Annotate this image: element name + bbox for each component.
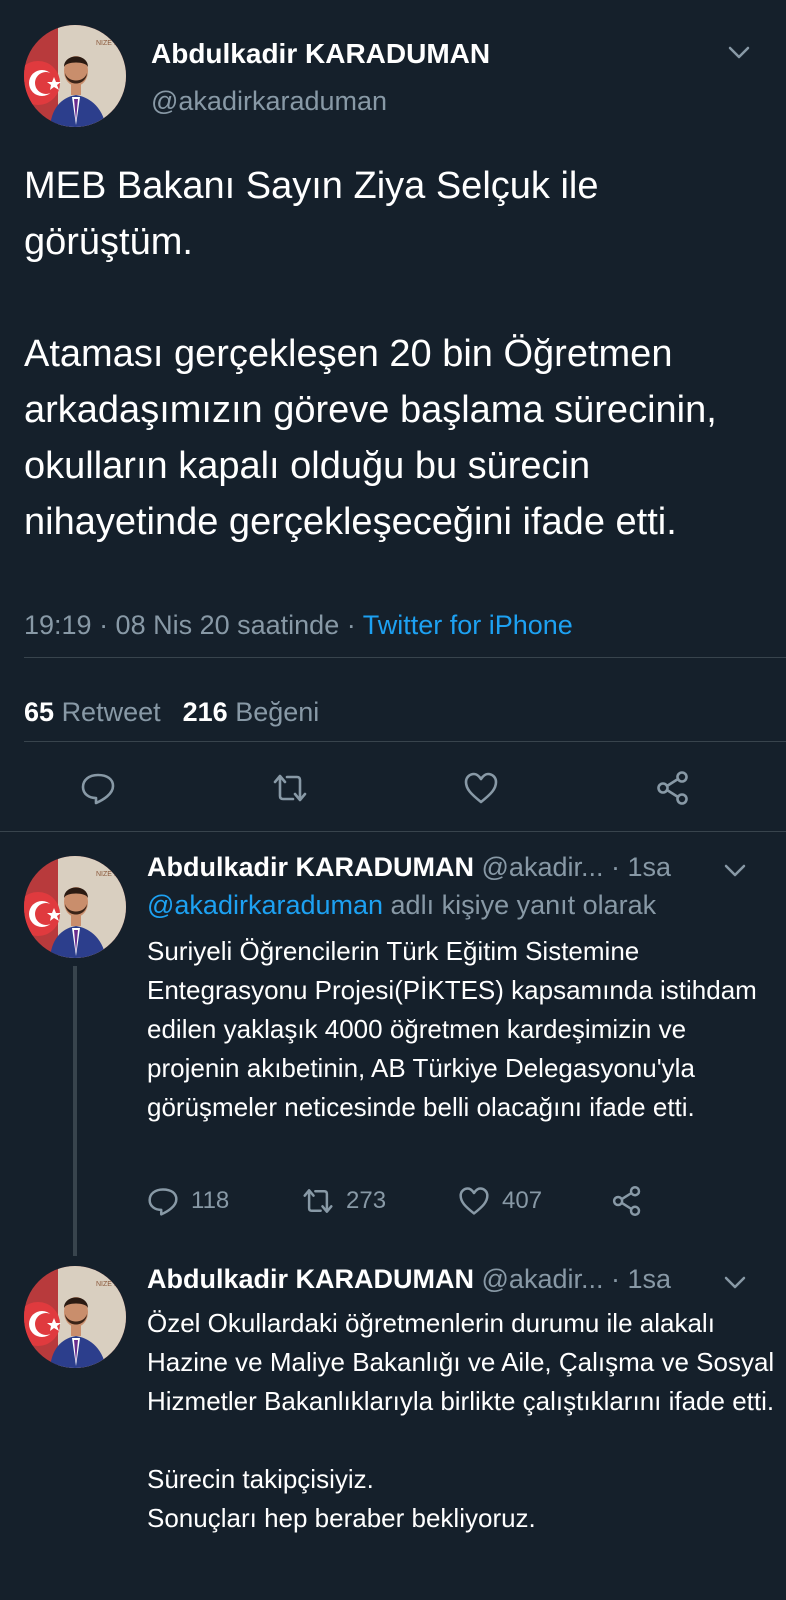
tweet-text: Suriyeli Öğrencilerin Türk Eğitim Sistem… (147, 936, 757, 1122)
avatar[interactable] (24, 1266, 126, 1368)
reply-header: Abdulkadir KARADUMAN @akadir... · 1sa (147, 852, 671, 883)
like-stat[interactable]: 216 Beğeni (183, 697, 320, 727)
divider (24, 741, 786, 742)
main-tweet: Abdulkadir KARADUMAN @akadirkaraduman ME… (0, 0, 786, 848)
author-name[interactable]: Abdulkadir KARADUMAN (151, 38, 490, 70)
reply-icon[interactable] (147, 1185, 179, 1217)
author-handle[interactable]: @akadirkaraduman (151, 86, 387, 117)
avatar[interactable] (24, 25, 126, 127)
divider (0, 831, 786, 832)
reply-tweet[interactable]: Abdulkadir KARADUMAN @akadir... · 1sa @a… (0, 848, 786, 1256)
mention-link[interactable]: @akadirkaraduman (147, 890, 383, 920)
retweet-icon[interactable] (272, 770, 308, 806)
reply-time[interactable]: · 1sa (611, 1264, 671, 1294)
reply-action[interactable]: 118 (147, 1185, 229, 1217)
retweet-stat[interactable]: 65 Retweet (24, 697, 161, 727)
thread-line (73, 966, 77, 1256)
tweet-text-paragraph: Ataması gerçekleşen 20 bin Öğretmen arka… (24, 333, 717, 543)
author-name[interactable]: Abdulkadir KARADUMAN (147, 1264, 474, 1294)
chevron-down-icon[interactable] (726, 42, 752, 62)
reply-tweet[interactable]: Abdulkadir KARADUMAN @akadir... · 1sa Öz… (0, 1256, 786, 1600)
chevron-down-icon[interactable] (722, 860, 748, 880)
reply-count: 118 (191, 1187, 230, 1214)
like-icon[interactable] (458, 1185, 490, 1217)
like-count: 407 (502, 1187, 543, 1214)
retweet-action[interactable]: 273 (302, 1185, 386, 1217)
tweet-timestamp[interactable]: 19:19 · 08 Nis 20 saatinde · (24, 610, 363, 640)
like-action[interactable]: 407 (458, 1185, 542, 1217)
author-name[interactable]: Abdulkadir KARADUMAN (147, 852, 474, 882)
reply-time[interactable]: · 1sa (611, 852, 671, 882)
retweet-count: 273 (346, 1187, 387, 1214)
tweet-text-line: Sürecin takipçisiyiz. (147, 1464, 374, 1494)
retweet-icon[interactable] (302, 1185, 334, 1217)
tweet-stats: 65 Retweet 216 Beğeni (24, 697, 319, 728)
share-icon[interactable] (655, 770, 691, 806)
like-icon[interactable] (463, 770, 499, 806)
reply-header: Abdulkadir KARADUMAN @akadir... · 1sa (147, 1264, 671, 1295)
divider (24, 657, 786, 658)
avatar[interactable] (24, 856, 126, 958)
tweet-text-line: Sonuçları hep beraber bekliyoruz. (147, 1503, 536, 1533)
tweet-meta: 19:19 · 08 Nis 20 saatinde · Twitter for… (24, 610, 573, 641)
tweet-source-link[interactable]: Twitter for iPhone (363, 610, 573, 640)
tweet-text-paragraph: Sürecin takipçisiyiz. Sonuçları hep bera… (147, 1460, 777, 1538)
reply-icon[interactable] (80, 770, 116, 806)
tweet-text-paragraph: Özel Okullardaki öğretmenlerin durumu il… (147, 1308, 775, 1416)
tweet-text-paragraph: MEB Bakanı Sayın Ziya Selçuk ile görüştü… (24, 165, 599, 263)
share-icon[interactable] (611, 1185, 643, 1217)
author-handle[interactable]: @akadir... (482, 1264, 604, 1294)
share-action[interactable] (611, 1185, 655, 1217)
tweet-text: Özel Okullardaki öğretmenlerin durumu il… (147, 1304, 777, 1538)
tweet-text: MEB Bakanı Sayın Ziya Selçuk ile görüştü… (24, 158, 774, 550)
chevron-down-icon[interactable] (722, 1272, 748, 1292)
author-handle[interactable]: @akadir... (482, 852, 604, 882)
replying-to: @akadirkaraduman adlı kişiye yanıt olara… (147, 890, 657, 920)
